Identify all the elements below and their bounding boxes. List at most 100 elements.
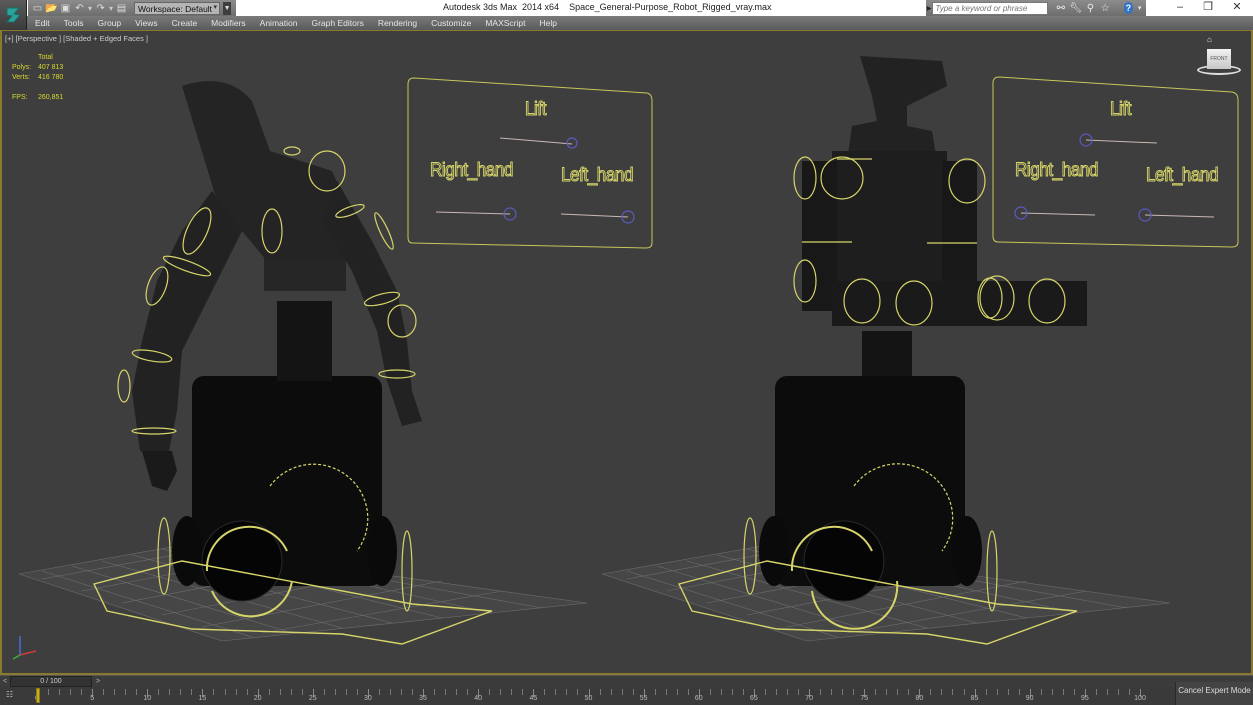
frame-tick-label: 95 <box>1080 695 1089 702</box>
frame-tick <box>290 689 292 695</box>
new-file-icon[interactable]: ▭ <box>32 3 43 14</box>
frame-tick <box>676 689 678 695</box>
cancel-expert-mode-button[interactable]: Cancel Expert Mode <box>1175 682 1253 705</box>
app-menu-button[interactable] <box>0 0 27 30</box>
close-button[interactable]: ✕ <box>1222 0 1252 16</box>
menu-views[interactable]: Views <box>128 18 165 28</box>
previous-frame-button[interactable]: < <box>0 676 10 687</box>
time-slider[interactable]: < 0 / 100 > <box>0 675 1253 687</box>
polys-value: 407 813 <box>38 64 64 71</box>
frame-tick <box>941 689 943 695</box>
search-input[interactable] <box>932 1 1049 15</box>
frame-tick <box>687 689 689 695</box>
frame-tick <box>467 689 469 695</box>
workspace-dropdown[interactable]: Workspace: Default ▾ <box>134 1 221 15</box>
frame-tick <box>952 689 954 695</box>
frame-tick <box>235 689 237 695</box>
frame-tick <box>191 689 193 695</box>
frame-tick <box>566 689 568 695</box>
frame-tick <box>1051 689 1053 695</box>
frame-tick <box>1062 689 1064 695</box>
frame-tick <box>1128 689 1130 695</box>
frame-tick-label: 80 <box>915 695 924 702</box>
menu-tools[interactable]: Tools <box>57 18 91 28</box>
frame-tick-label: 25 <box>308 695 317 702</box>
restore-button[interactable]: ❐ <box>1193 0 1223 16</box>
robot-model-right[interactable] <box>759 56 1087 602</box>
app-title: Autodesk 3ds Max 2014 x64 <box>443 2 560 12</box>
lift-slider-handle-left <box>566 137 578 149</box>
frame-tick-label: 40 <box>474 695 483 702</box>
menu-maxscript[interactable]: MAXScript <box>478 18 532 28</box>
wrench-icon[interactable]: 🔧︎ <box>1069 0 1082 16</box>
menu-rendering[interactable]: Rendering <box>371 18 424 28</box>
menu-help[interactable]: Help <box>532 18 563 28</box>
frame-tick <box>599 689 601 695</box>
menu-customize[interactable]: Customize <box>424 18 478 28</box>
frame-tick <box>48 689 50 695</box>
menu-graph-editors[interactable]: Graph Editors <box>304 18 370 28</box>
binoculars-icon[interactable]: ⚯ <box>1054 0 1067 16</box>
3ds-max-logo-icon <box>5 7 21 23</box>
satellite-icon[interactable]: ⚲ <box>1084 0 1097 16</box>
left-hand-label-left: Left_hand <box>561 165 634 187</box>
menu-modifiers[interactable]: Modifiers <box>204 18 252 28</box>
viewcube[interactable]: ⌂ FRONT <box>1197 35 1241 81</box>
chevron-down-icon[interactable]: ▾ <box>1133 0 1146 16</box>
frame-tick <box>577 689 579 695</box>
viewcube-face-front[interactable]: FRONT <box>1207 49 1231 69</box>
menu-edit[interactable]: Edit <box>27 18 57 28</box>
frame-tick-label: 30 <box>363 695 372 702</box>
track-bar-ruler[interactable]: 0510152025303540455055606570758085909510… <box>35 687 1146 705</box>
frame-tick <box>720 689 722 695</box>
frame-tick-label: 75 <box>860 695 869 702</box>
workspace-label: Workspace: Default <box>138 3 213 14</box>
star-icon[interactable]: ☆ <box>1099 0 1112 16</box>
next-frame-button[interactable]: > <box>93 676 103 687</box>
help-icon[interactable]: ? <box>1123 2 1134 14</box>
frame-tick <box>500 689 502 695</box>
frame-tick <box>787 689 789 695</box>
redo-dropdown-icon[interactable]: ▾ <box>109 4 113 13</box>
home-icon[interactable]: ⌂ <box>1207 35 1212 44</box>
frame-tick <box>412 689 414 695</box>
frame-tick <box>136 689 138 695</box>
frame-tick-label: 45 <box>529 695 538 702</box>
scene-canvas[interactable] <box>2 31 1251 675</box>
customize-toolbar-icon[interactable]: ▼ <box>223 1 232 15</box>
frame-tick <box>378 689 380 695</box>
minimize-button[interactable]: – <box>1165 0 1195 16</box>
open-folder-icon[interactable]: 📂 <box>45 3 57 14</box>
frame-tick <box>70 689 72 695</box>
redo-icon[interactable]: ↷ <box>95 3 106 14</box>
frame-tick-label: 35 <box>419 695 427 702</box>
frame-tick <box>445 689 447 695</box>
viewport-label-menu[interactable]: [+] [Perspective ] [Shaded + Edged Faces… <box>5 34 148 43</box>
track-bar[interactable]: ☷ 05101520253035404550556065707580859095… <box>0 687 1175 705</box>
project-folder-icon[interactable]: ▤ <box>116 3 127 14</box>
robot-model-left[interactable] <box>132 81 422 602</box>
perspective-viewport[interactable]: Lift Right_hand Left_hand Lift Right_han… <box>0 30 1253 675</box>
infocenter-bar: ▶ ⚯ 🔧︎ ⚲ ☆ ? ▾ <box>926 0 1146 16</box>
current-frame-marker[interactable] <box>36 688 40 703</box>
mini-curve-editor-icon[interactable]: ☷ <box>6 690 20 702</box>
menu-animation[interactable]: Animation <box>253 18 305 28</box>
menu-create[interactable]: Create <box>165 18 205 28</box>
frame-tick-label: 60 <box>694 695 703 702</box>
undo-icon[interactable]: ↶ <box>74 3 85 14</box>
save-icon[interactable]: ▣ <box>60 3 71 14</box>
stats-header: Total <box>38 54 53 61</box>
frame-tick-label: 85 <box>970 695 979 702</box>
time-slider-thumb[interactable]: 0 / 100 <box>10 676 92 687</box>
lift-label-right: Lift <box>1110 99 1132 121</box>
menu-group[interactable]: Group <box>91 18 129 28</box>
frame-tick <box>125 689 127 695</box>
undo-dropdown-icon[interactable]: ▾ <box>88 4 92 13</box>
frame-tick <box>1007 689 1009 695</box>
file-name: Space_General-Purpose_Robot_Rigged_vray.… <box>569 2 772 12</box>
frame-tick-label: 90 <box>1025 695 1034 702</box>
frame-tick <box>59 689 61 695</box>
frame-tick <box>742 689 744 695</box>
window-title: Autodesk 3ds Max 2014 x64 Space_General-P… <box>443 2 782 12</box>
frame-tick <box>1117 689 1119 695</box>
